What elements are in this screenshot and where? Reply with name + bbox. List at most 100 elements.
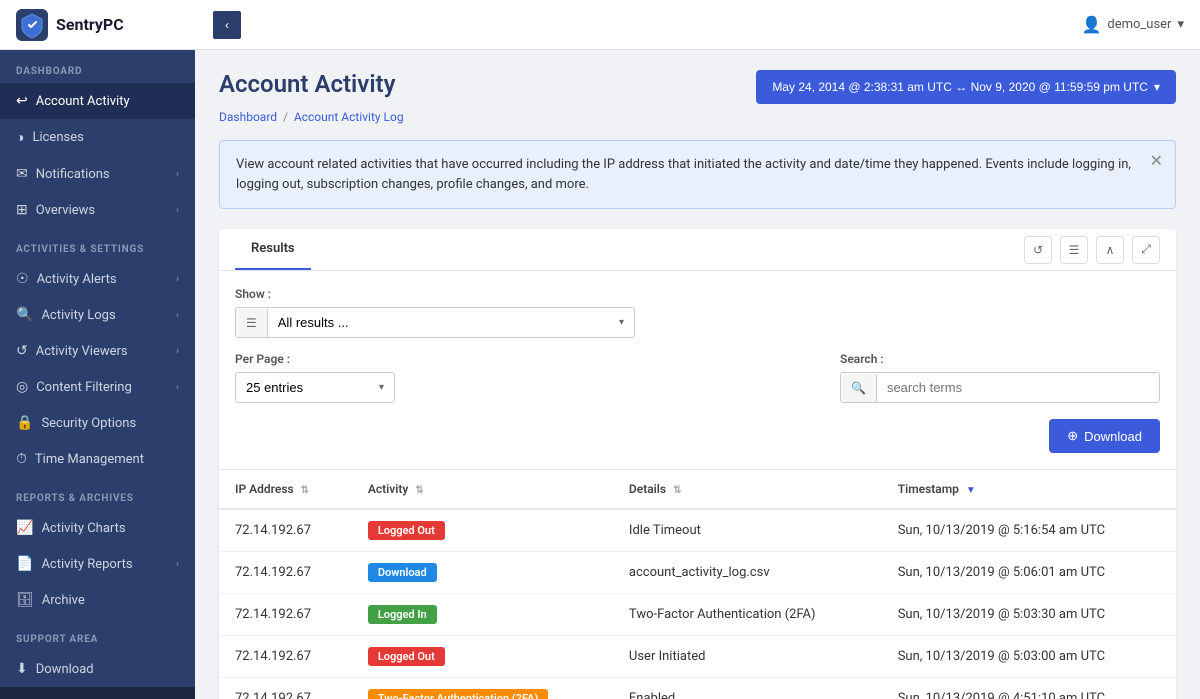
download-button[interactable]: ⊕ Download bbox=[1049, 419, 1160, 453]
activity-alerts-icon: ☉ bbox=[16, 271, 29, 287]
cell-activity-2: Logged In bbox=[352, 594, 613, 636]
cell-activity-1: Download bbox=[352, 552, 613, 594]
section-label-activities: ACTIVITIES & SETTINGS bbox=[0, 228, 195, 261]
licenses-icon: ◑ bbox=[16, 129, 24, 146]
cell-details-1: account_activity_log.csv bbox=[613, 552, 882, 594]
show-select-wrap: ☰ All results ... Logged In Logged Out D… bbox=[235, 307, 635, 338]
activity-badge-0: Logged Out bbox=[368, 521, 445, 540]
overviews-icon: ⊞ bbox=[16, 202, 28, 218]
logo-icon bbox=[16, 9, 48, 41]
results-tab[interactable]: Results bbox=[235, 229, 311, 270]
sidebar-section-dashboard: DASHBOARD ↩ Account Activity ◑ Licenses … bbox=[0, 50, 195, 228]
activity-badge-2: Logged In bbox=[368, 605, 437, 624]
activity-charts-icon: 📈 bbox=[16, 520, 33, 536]
filters-area: Show : ☰ All results ... Logged In Logge… bbox=[219, 271, 1176, 419]
col-header-details[interactable]: Details ⇅ bbox=[613, 470, 882, 510]
cell-details-4: Enabled bbox=[613, 678, 882, 699]
cell-details-2: Two-Factor Authentication (2FA) bbox=[613, 594, 882, 636]
sidebar-item-content-filtering[interactable]: ◎ Content Filtering › bbox=[0, 369, 195, 405]
sidebar-item-activity-logs[interactable]: 🔍 Activity Logs › bbox=[0, 297, 195, 333]
info-alert: View account related activities that hav… bbox=[219, 140, 1176, 209]
sidebar: DASHBOARD ↩ Account Activity ◑ Licenses … bbox=[0, 50, 195, 699]
show-select[interactable]: All results ... Logged In Logged Out Dow… bbox=[268, 308, 609, 337]
sidebar-label-account-activity: Account Activity bbox=[36, 94, 130, 109]
activity-reports-chevron-icon: › bbox=[176, 559, 179, 570]
activity-reports-icon: 📄 bbox=[16, 556, 33, 572]
page-header: Account Activity May 24, 2014 @ 2:38:31 … bbox=[219, 70, 1176, 104]
date-range-button[interactable]: May 24, 2014 @ 2:38:31 am UTC ↔ Nov 9, 2… bbox=[756, 70, 1176, 104]
sidebar-label-activity-reports: Activity Reports bbox=[41, 557, 132, 572]
col-label-activity: Activity bbox=[368, 482, 409, 496]
sidebar-item-archive[interactable]: 🗄 Archive bbox=[0, 582, 195, 618]
search-input[interactable] bbox=[877, 373, 1159, 402]
col-header-activity[interactable]: Activity ⇅ bbox=[352, 470, 613, 510]
archive-icon: 🗄 bbox=[16, 592, 34, 608]
sidebar-label-download: Download bbox=[36, 662, 94, 677]
sidebar-item-activity-alerts[interactable]: ☉ Activity Alerts › bbox=[0, 261, 195, 297]
main-content: Account Activity May 24, 2014 @ 2:38:31 … bbox=[195, 50, 1200, 699]
refresh-button[interactable]: ↺ bbox=[1024, 236, 1052, 264]
search-label: Search : bbox=[840, 352, 1160, 366]
cell-timestamp-4: Sun, 10/13/2019 @ 4:51:10 am UTC bbox=[882, 678, 1176, 699]
per-page-select-wrap: 25 entries 50 entries 100 entries ▾ bbox=[235, 372, 395, 403]
results-tab-bar: Results ↺ ☰ ∧ ⤢ bbox=[219, 229, 1176, 271]
download-plus-icon: ⊕ bbox=[1067, 428, 1078, 444]
sort-icon-details: ⇅ bbox=[673, 485, 681, 496]
sidebar-label-activity-viewers: Activity Viewers bbox=[36, 344, 128, 359]
table-row: 72.14.192.67 Logged In Two-Factor Authen… bbox=[219, 594, 1176, 636]
user-icon: 👤 bbox=[1081, 15, 1101, 34]
breadcrumb: Dashboard / Account Activity Log bbox=[219, 110, 1176, 124]
cell-details-3: User Initiated bbox=[613, 636, 882, 678]
breadcrumb-root[interactable]: Dashboard bbox=[219, 110, 277, 124]
sidebar-label-content-filtering: Content Filtering bbox=[36, 380, 132, 395]
col-header-timestamp[interactable]: Timestamp ▼ bbox=[882, 470, 1176, 510]
filter-two-col: Per Page : 25 entries 50 entries 100 ent… bbox=[235, 352, 1160, 403]
collapse-sidebar-button[interactable]: ‹ bbox=[213, 11, 241, 39]
sidebar-item-licenses[interactable]: ◑ Licenses bbox=[0, 119, 195, 156]
sidebar-item-notifications[interactable]: ✉ Notifications › bbox=[0, 156, 195, 192]
user-menu[interactable]: 👤 demo_user ▾ bbox=[1081, 15, 1184, 34]
per-page-select[interactable]: 25 entries 50 entries 100 entries bbox=[236, 373, 369, 402]
col-label-ip: IP Address bbox=[235, 482, 294, 496]
search-col: Search : 🔍 bbox=[840, 352, 1160, 403]
tab-actions: ↺ ☰ ∧ ⤢ bbox=[1024, 236, 1160, 264]
username-label: demo_user bbox=[1107, 17, 1171, 32]
sidebar-label-licenses: Licenses bbox=[32, 130, 83, 145]
content-filtering-chevron-icon: › bbox=[176, 382, 179, 393]
activity-viewers-chevron-icon: › bbox=[176, 346, 179, 357]
per-page-chevron-icon: ▾ bbox=[369, 375, 394, 400]
list-view-button[interactable]: ☰ bbox=[1060, 236, 1088, 264]
info-alert-close-button[interactable]: ✕ bbox=[1150, 151, 1163, 171]
cell-timestamp-0: Sun, 10/13/2019 @ 5:16:54 am UTC bbox=[882, 509, 1176, 552]
notifications-icon: ✉ bbox=[16, 166, 28, 182]
table-row: 72.14.192.67 Two-Factor Authentication (… bbox=[219, 678, 1176, 699]
activity-viewers-icon: ↺ bbox=[16, 343, 28, 359]
cell-ip-1: 72.14.192.67 bbox=[219, 552, 352, 594]
results-card: Results ↺ ☰ ∧ ⤢ Show : ☰ All results ... bbox=[219, 229, 1176, 699]
sidebar-label-security-options: Security Options bbox=[41, 416, 136, 431]
activity-badge-4: Two-Factor Authentication (2FA) bbox=[368, 689, 548, 699]
expand-button[interactable]: ⤢ bbox=[1132, 236, 1160, 264]
sidebar-label-archive: Archive bbox=[42, 593, 85, 608]
sidebar-item-activity-viewers[interactable]: ↺ Activity Viewers › bbox=[0, 333, 195, 369]
sidebar-item-activity-charts[interactable]: 📈 Activity Charts bbox=[0, 510, 195, 546]
search-icon: 🔍 bbox=[841, 374, 877, 402]
sidebar-section-reports: REPORTS & ARCHIVES 📈 Activity Charts 📄 A… bbox=[0, 477, 195, 618]
activity-logs-icon: 🔍 bbox=[16, 307, 33, 323]
col-header-ip[interactable]: IP Address ⇅ bbox=[219, 470, 352, 510]
sidebar-item-time-management[interactable]: ⏱ Time Management bbox=[0, 441, 195, 477]
results-table: IP Address ⇅ Activity ⇅ Details ⇅ bbox=[219, 469, 1176, 699]
table-row: 72.14.192.67 Logged Out Idle Timeout Sun… bbox=[219, 509, 1176, 552]
cell-activity-3: Logged Out bbox=[352, 636, 613, 678]
collapse-button[interactable]: ∧ bbox=[1096, 236, 1124, 264]
per-page-label: Per Page : bbox=[235, 352, 395, 366]
sidebar-item-security-options[interactable]: 🔒 Security Options bbox=[0, 405, 195, 441]
sidebar-item-overviews[interactable]: ⊞ Overviews › bbox=[0, 192, 195, 228]
overviews-chevron-icon: › bbox=[176, 205, 179, 216]
sidebar-item-account-activity[interactable]: ↩ Account Activity bbox=[0, 83, 195, 119]
show-label: Show : bbox=[235, 287, 1160, 301]
sidebar-label-notifications: Notifications bbox=[36, 167, 110, 182]
sidebar-item-activity-reports[interactable]: 📄 Activity Reports › bbox=[0, 546, 195, 582]
sidebar-item-download[interactable]: ⬇ Download bbox=[0, 651, 195, 687]
cell-ip-2: 72.14.192.67 bbox=[219, 594, 352, 636]
